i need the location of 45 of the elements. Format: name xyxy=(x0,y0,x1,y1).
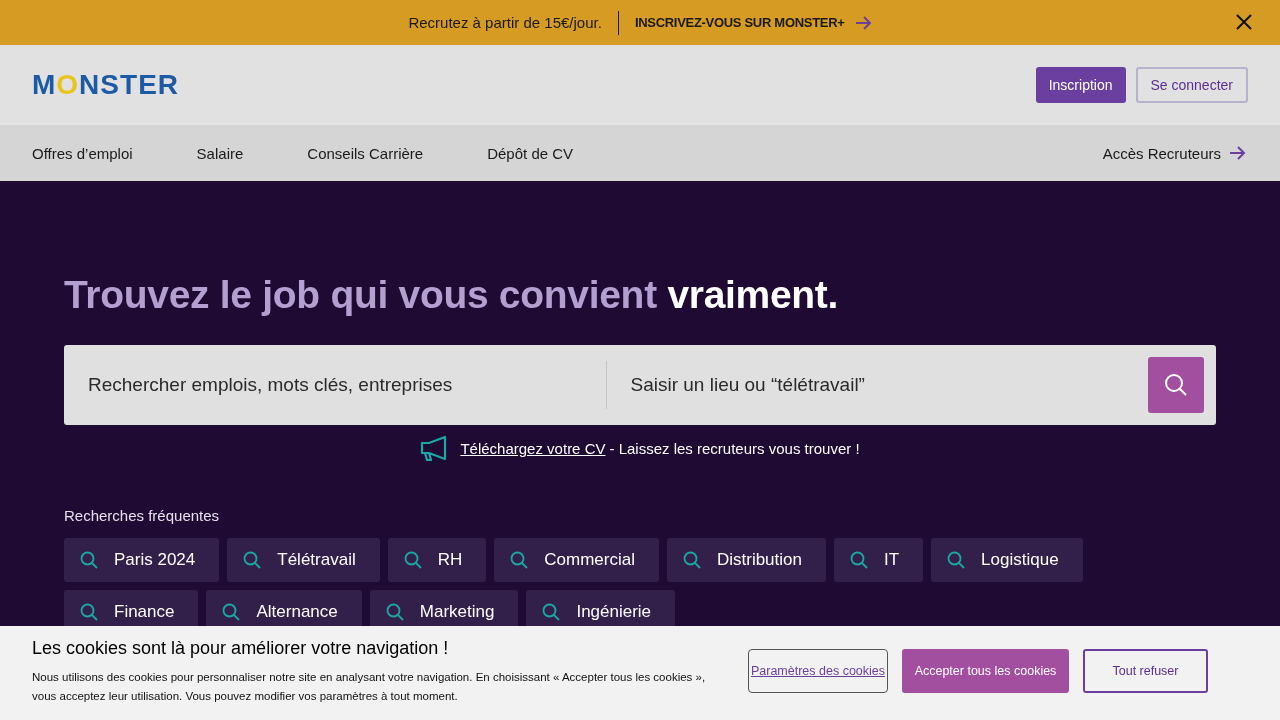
reject-button[interactable]: Tout refuser xyxy=(1083,649,1208,693)
search-chip[interactable]: Paris 2024 xyxy=(64,538,220,582)
search-chip[interactable]: Télétravail xyxy=(227,538,380,582)
search-chip[interactable]: Commercial xyxy=(494,538,659,582)
login-button[interactable]: Se connecter xyxy=(1135,67,1248,103)
search-chip[interactable]: Distribution xyxy=(666,538,826,582)
nav-link[interactable]: Salaire xyxy=(196,144,244,162)
cookie-settings-button[interactable]: Paramètres des cookies xyxy=(748,649,888,693)
hero-headline: Trouvez le job qui vous convient vraiment. xyxy=(64,273,840,317)
search-icon xyxy=(542,603,561,621)
search-icon xyxy=(222,603,241,621)
section-title: Recherches fréquentes xyxy=(64,507,221,524)
search-icon xyxy=(1164,373,1188,397)
close-icon[interactable] xyxy=(1236,14,1252,30)
search-icon xyxy=(385,603,404,621)
location-field[interactable]: Saisir un lieu ou “télétravail” xyxy=(606,345,1148,425)
search-icon xyxy=(80,603,98,621)
search-icon xyxy=(243,551,262,569)
search-icon xyxy=(403,551,422,569)
search-chip[interactable]: IT xyxy=(834,538,924,582)
search-icon xyxy=(510,551,529,569)
nav-link[interactable]: Conseils Carrière xyxy=(307,144,424,162)
nav-link[interactable]: Offres d’emploi xyxy=(32,144,133,162)
logo[interactable]: MONSTER xyxy=(32,69,180,101)
arrow-icon xyxy=(854,15,872,30)
search-button[interactable] xyxy=(1148,357,1204,413)
search-icon xyxy=(947,551,966,569)
search-chip[interactable]: Logistique xyxy=(931,538,1083,582)
upload-cv-link[interactable]: Téléchargez votre CV xyxy=(460,439,606,457)
search-icon xyxy=(80,551,98,569)
arrow-icon xyxy=(1229,146,1246,160)
nav-link[interactable]: Dépôt de CV xyxy=(487,144,574,162)
signup-button[interactable]: Inscription xyxy=(1035,67,1126,103)
search-icon xyxy=(850,551,868,569)
accept-button[interactable]: Accepter tous les cookies xyxy=(902,649,1069,693)
megaphone-icon xyxy=(420,435,449,461)
cookie-text: Nous utilisons des cookies pour personnaliser notre site en analysant votre navigation. En choisissant « Accepter tous les cookies », vous acceptez leur utilisation. Vous pouvez modifier vos paramètres à tout moment. xyxy=(32,670,707,704)
keyword-field[interactable]: Rechercher emplois, mots clés, entreprises xyxy=(64,345,606,425)
search-chip[interactable]: RH xyxy=(387,538,487,582)
promo-text: Recrutez à partir de 15€/jour. xyxy=(408,14,602,31)
promo-link[interactable]: INSCRIVEZ-VOUS SUR MONSTER+ xyxy=(634,15,845,30)
recruiter-link[interactable]: Accès Recruteurs xyxy=(1102,144,1221,162)
search-icon xyxy=(682,551,701,569)
cookie-title: Les cookies sont là pour améliorer votre navigation ! xyxy=(32,638,450,659)
cv-text: - Laissez les recruteurs vous trouver ! xyxy=(609,439,860,457)
